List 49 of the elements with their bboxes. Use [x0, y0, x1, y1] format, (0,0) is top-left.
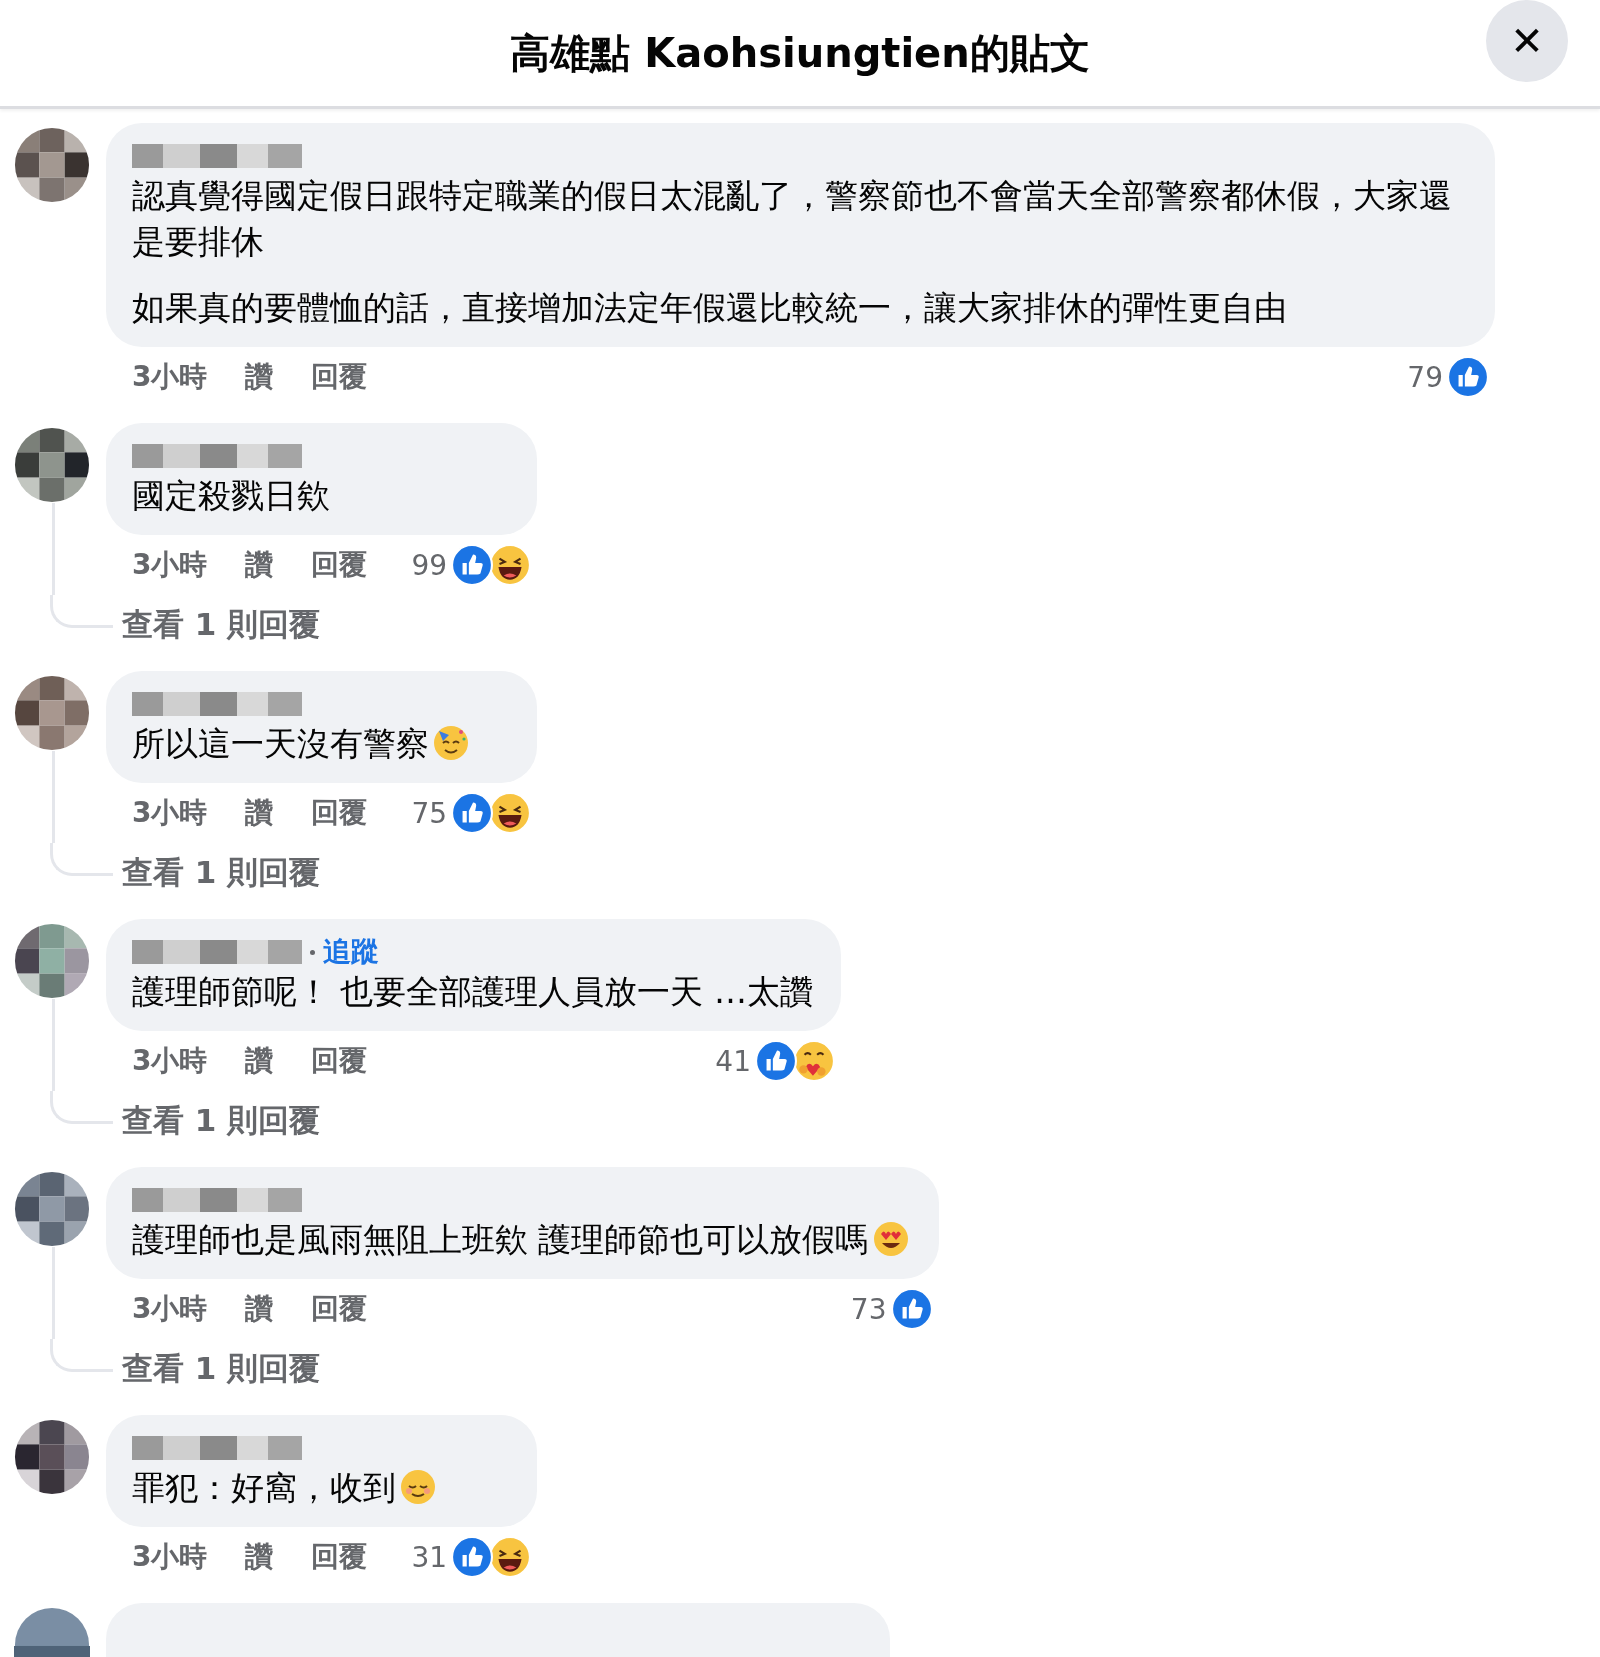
- reply-link[interactable]: 回覆: [311, 1042, 368, 1080]
- timestamp[interactable]: 3小時: [132, 546, 208, 584]
- like-link[interactable]: 讚: [245, 1538, 274, 1576]
- avatar[interactable]: [14, 127, 90, 203]
- reply-link[interactable]: 回覆: [311, 794, 368, 832]
- close-button[interactable]: ✕: [1486, 0, 1568, 82]
- view-replies-link[interactable]: 查看 1 則回覆: [122, 604, 1600, 646]
- timestamp[interactable]: 3小時: [132, 794, 208, 832]
- timestamp[interactable]: 3小時: [132, 1042, 208, 1080]
- like-link[interactable]: 讚: [245, 794, 274, 832]
- thread-connector: [50, 843, 113, 876]
- avatar[interactable]: [14, 427, 90, 503]
- comment-text: 國定殺戮日欸: [132, 475, 331, 517]
- reply-link[interactable]: 回覆: [311, 546, 368, 584]
- avatar[interactable]: [14, 923, 90, 999]
- thread-connector: [50, 595, 113, 628]
- reaction-count[interactable]: 41: [715, 1044, 751, 1078]
- like-link[interactable]: 讚: [245, 1290, 274, 1328]
- timestamp[interactable]: 3小時: [132, 1290, 208, 1328]
- comment-text: 護理師節呢！ 也要全部護理人員放一天 …太讚: [132, 971, 813, 1013]
- like-link[interactable]: 讚: [245, 1042, 274, 1080]
- reaction-count[interactable]: 31: [411, 1540, 448, 1574]
- timestamp[interactable]: 3小時: [132, 358, 208, 396]
- comment-text: 認真覺得國定假日跟特定職業的假日太混亂了，警察節也不會當天全部警察都休假，大家還是要排休: [132, 175, 1453, 263]
- avatar[interactable]: [14, 675, 90, 751]
- reaction-count[interactable]: 79: [1407, 360, 1443, 394]
- separator-dot: [310, 949, 315, 955]
- thread-connector: [50, 1339, 113, 1372]
- reaction-count[interactable]: 73: [850, 1292, 887, 1326]
- like-link[interactable]: 讚: [245, 546, 274, 584]
- follow-link[interactable]: 追蹤: [323, 933, 379, 971]
- thread-connector: [50, 1091, 113, 1124]
- view-replies-link[interactable]: 查看 1 則回覆: [122, 852, 1600, 894]
- timestamp[interactable]: 3小時: [132, 1538, 208, 1576]
- dialog-title: 高雄點 Kaohsiungtien的貼文: [510, 28, 1090, 78]
- avatar[interactable]: [14, 1171, 90, 1247]
- avatar[interactable]: [14, 1419, 90, 1495]
- reaction-count[interactable]: 75: [411, 796, 448, 830]
- reply-link[interactable]: 回覆: [311, 358, 368, 396]
- view-replies-link[interactable]: 查看 1 則回覆: [122, 1348, 1600, 1390]
- like-link[interactable]: 讚: [245, 358, 274, 396]
- view-replies-link[interactable]: 查看 1 則回覆: [122, 1100, 1600, 1142]
- comment-text: 如果真的要體恤的話，直接增加法定年假還比較統一，讓大家排休的彈性更自由: [132, 287, 1288, 329]
- reply-link[interactable]: 回覆: [311, 1290, 368, 1328]
- reply-link[interactable]: 回覆: [311, 1538, 368, 1576]
- comment-text: 護理師也是風雨無阻上班欸 護理師節也可以放假嗎: [132, 1217, 911, 1263]
- comment-text: 所以這一天沒有警察: [132, 721, 510, 767]
- comment-text: 罪犯：好窩，收到: [132, 1465, 510, 1511]
- reaction-count[interactable]: 99: [411, 548, 448, 582]
